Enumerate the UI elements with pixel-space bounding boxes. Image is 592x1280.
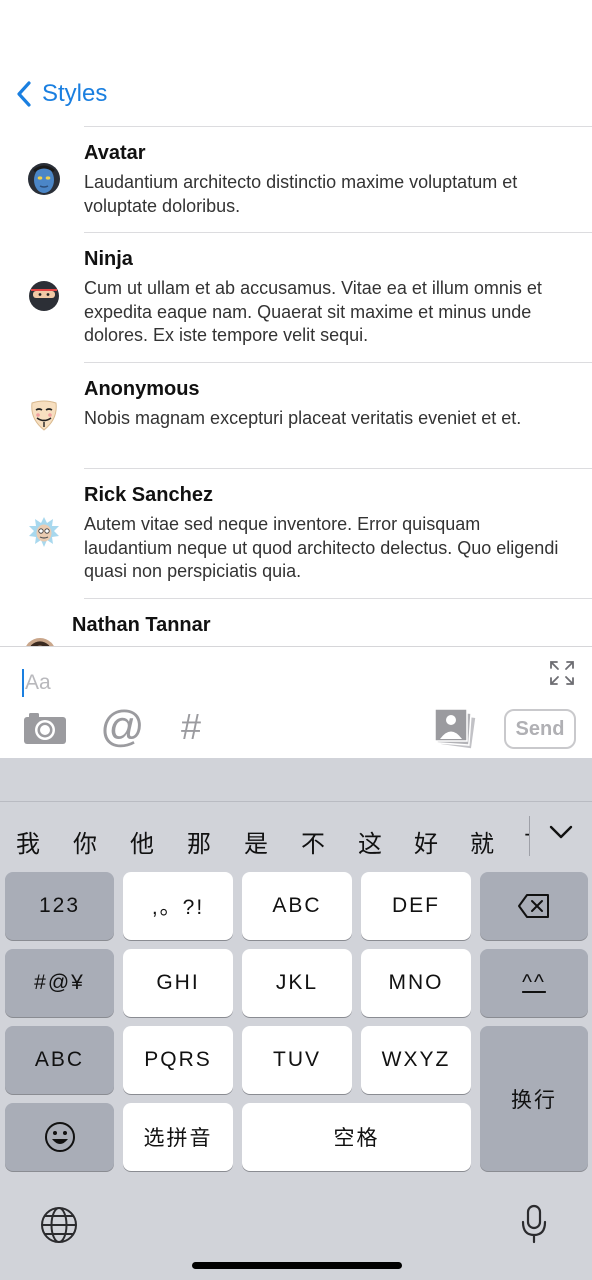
chevron-left-icon [17,81,31,107]
chevron-down-icon[interactable] [549,824,573,845]
candidate-word[interactable]: 就 [470,824,494,859]
sender-name: Avatar [84,142,146,164]
globe-icon[interactable] [40,1206,78,1249]
kaomoji-key[interactable]: ^^ [480,949,588,1017]
hashtag-button[interactable]: # [181,709,201,745]
candidate-word[interactable]: 他 [130,824,154,859]
message-text: Autem vitae sed neque inventore. Error q… [84,514,559,581]
candidate-word[interactable]: 好 [414,824,438,859]
row-divider [84,126,592,127]
candidate-word[interactable]: 不 [301,824,325,859]
candidate-word[interactable]: 那 [187,824,211,859]
mno-key[interactable]: MNO [361,949,471,1017]
message-composer: Aa @ # Send [0,646,592,758]
tuv-key[interactable]: TUV [242,1026,352,1094]
candidate-word[interactable]: 是 [244,824,268,859]
message-text: Laudantium architecto distinctio maxime … [84,172,518,216]
send-button[interactable]: Send [504,709,576,749]
row-divider [84,362,592,363]
expand-icon[interactable] [548,659,576,692]
sender-name: Anonymous [84,378,200,400]
space-key[interactable]: 空格 [242,1103,471,1171]
delete-key[interactable] [480,872,588,940]
row-divider [84,468,592,469]
camera-icon[interactable] [23,711,67,750]
candidate-word[interactable]: 我 [16,824,40,859]
abc-key[interactable]: ABC [242,872,352,940]
message-row[interactable]: Ninja Cum ut ullam et ab accusamus. Vita… [0,232,592,362]
guy-fawkes-mask-icon[interactable] [28,399,60,431]
candidate-word[interactable]: 你 [73,824,97,859]
message-text: Cum ut ullam et ab accusamus. Vitae ea e… [84,278,542,345]
microphone-icon[interactable] [520,1204,548,1249]
avatar-blue-face-icon[interactable] [28,163,60,195]
ghi-key[interactable]: GHI [123,949,233,1017]
message-row[interactable]: Rick Sanchez Autem vitae sed neque inven… [0,468,592,598]
back-label: Styles [42,80,108,107]
numbers-key[interactable]: 123 [5,872,114,940]
person-photo-icon[interactable] [24,638,56,646]
message-input[interactable]: Aa [25,671,51,695]
smiley-icon [44,1122,75,1152]
row-divider [84,598,592,599]
emoji-key[interactable] [5,1103,114,1171]
candidate-word[interactable]: 这 [358,824,382,859]
wxyz-key[interactable]: WXYZ [361,1026,471,1094]
abc-switch-key[interactable]: ABC [5,1026,114,1094]
return-key[interactable]: 换行 [480,1026,588,1171]
keyboard-top-divider [0,801,592,802]
message-row[interactable]: Nathan Tannar [0,598,592,646]
punctuation-key[interactable]: ,。?! [123,872,233,940]
jkl-key[interactable]: JKL [242,949,352,1017]
mention-button[interactable]: @ [100,705,145,749]
sender-name: Nathan Tannar [72,614,211,636]
symbols-key[interactable]: #@¥ [5,949,114,1017]
row-divider [84,232,592,233]
home-indicator[interactable] [192,1262,402,1269]
backspace-icon [518,894,549,918]
keyboard: 我 你 他 那 是 不 这 好 就 了 123 ,。?! ABC DEF #@¥… [0,758,592,1280]
navigation-bar: Styles [0,70,592,124]
sender-name: Rick Sanchez [84,484,213,506]
def-key[interactable]: DEF [361,872,471,940]
pqrs-key[interactable]: PQRS [123,1026,233,1094]
photo-library-icon[interactable] [434,707,477,754]
ninja-face-icon[interactable] [28,280,60,312]
candidate-divider [529,816,530,856]
back-button[interactable]: Styles [16,80,107,108]
message-list[interactable]: Avatar Laudantium architecto distinctio … [0,126,592,646]
text-cursor [22,669,24,697]
message-row[interactable]: Anonymous Nobis magnam excepturi placeat… [0,362,592,468]
message-row[interactable]: Avatar Laudantium architecto distinctio … [0,126,592,232]
sender-name: Ninja [84,248,133,270]
pinyin-select-key[interactable]: 选拼音 [123,1103,233,1171]
rick-sanchez-face-icon[interactable] [28,516,60,548]
message-text: Nobis magnam excepturi placeat veritatis… [84,408,522,428]
